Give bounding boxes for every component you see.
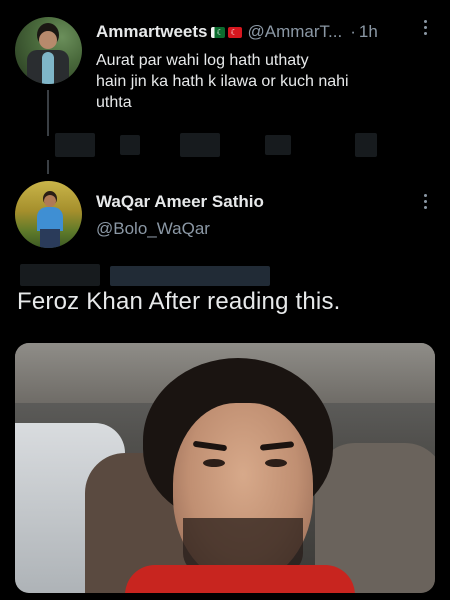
avatar-person-face	[44, 195, 56, 207]
obscured-action-bar	[355, 133, 377, 157]
parent-tweet-line-2: hain jin ka hath k ilawa or kuch nahi	[96, 73, 349, 90]
reply-tweet-header: WaQar Ameer Sathio	[96, 192, 264, 212]
obscured-action-bar	[180, 133, 220, 157]
parent-tweet-header: Ammartweets ☾ ☾ @AmmarT... · 1h	[96, 22, 378, 42]
more-options-icon[interactable]	[424, 194, 428, 209]
red-shirt	[125, 565, 355, 593]
tweet-media-image[interactable]	[15, 343, 435, 593]
thread-connector-line-lower	[47, 160, 49, 174]
left-eye	[203, 459, 225, 467]
avatar-waqar[interactable]	[15, 181, 82, 248]
obscured-strip	[110, 266, 270, 286]
parent-display-name[interactable]: Ammartweets	[96, 22, 208, 42]
parent-timestamp[interactable]: 1h	[359, 22, 378, 42]
turkey-flag-icon: ☾	[227, 26, 242, 38]
avatar-person-face	[39, 31, 57, 49]
parent-handle[interactable]: @AmmarT...	[248, 22, 343, 42]
parent-tweet-line-1: Aurat par wahi log hath uthaty	[96, 52, 309, 69]
reply-display-name[interactable]: WaQar Ameer Sathio	[96, 192, 264, 212]
parent-tweet-text: Aurat par wahi log hath uthaty hain jin …	[96, 50, 436, 113]
avatar-person-shirt	[42, 52, 54, 84]
avatar-person-body	[37, 207, 63, 231]
obscured-action-bar	[120, 135, 140, 155]
obscured-action-bar	[265, 135, 291, 155]
reply-handle[interactable]: @Bolo_WaQar	[96, 219, 210, 239]
more-options-icon[interactable]	[424, 20, 428, 35]
right-eye	[265, 459, 287, 467]
reply-handle-row: @Bolo_WaQar	[96, 219, 210, 239]
avatar-ammartweets[interactable]	[15, 17, 82, 84]
pakistan-flag-icon: ☾	[210, 26, 225, 38]
separator-dot: ·	[350, 22, 356, 41]
obscured-action-bar	[55, 133, 95, 157]
thread-connector-line	[47, 90, 49, 136]
avatar-person-legs	[40, 229, 60, 248]
parent-tweet-line-3: uthta	[96, 94, 132, 111]
reply-tweet-text: Feroz Khan After reading this.	[17, 288, 341, 315]
obscured-strip	[20, 264, 100, 286]
